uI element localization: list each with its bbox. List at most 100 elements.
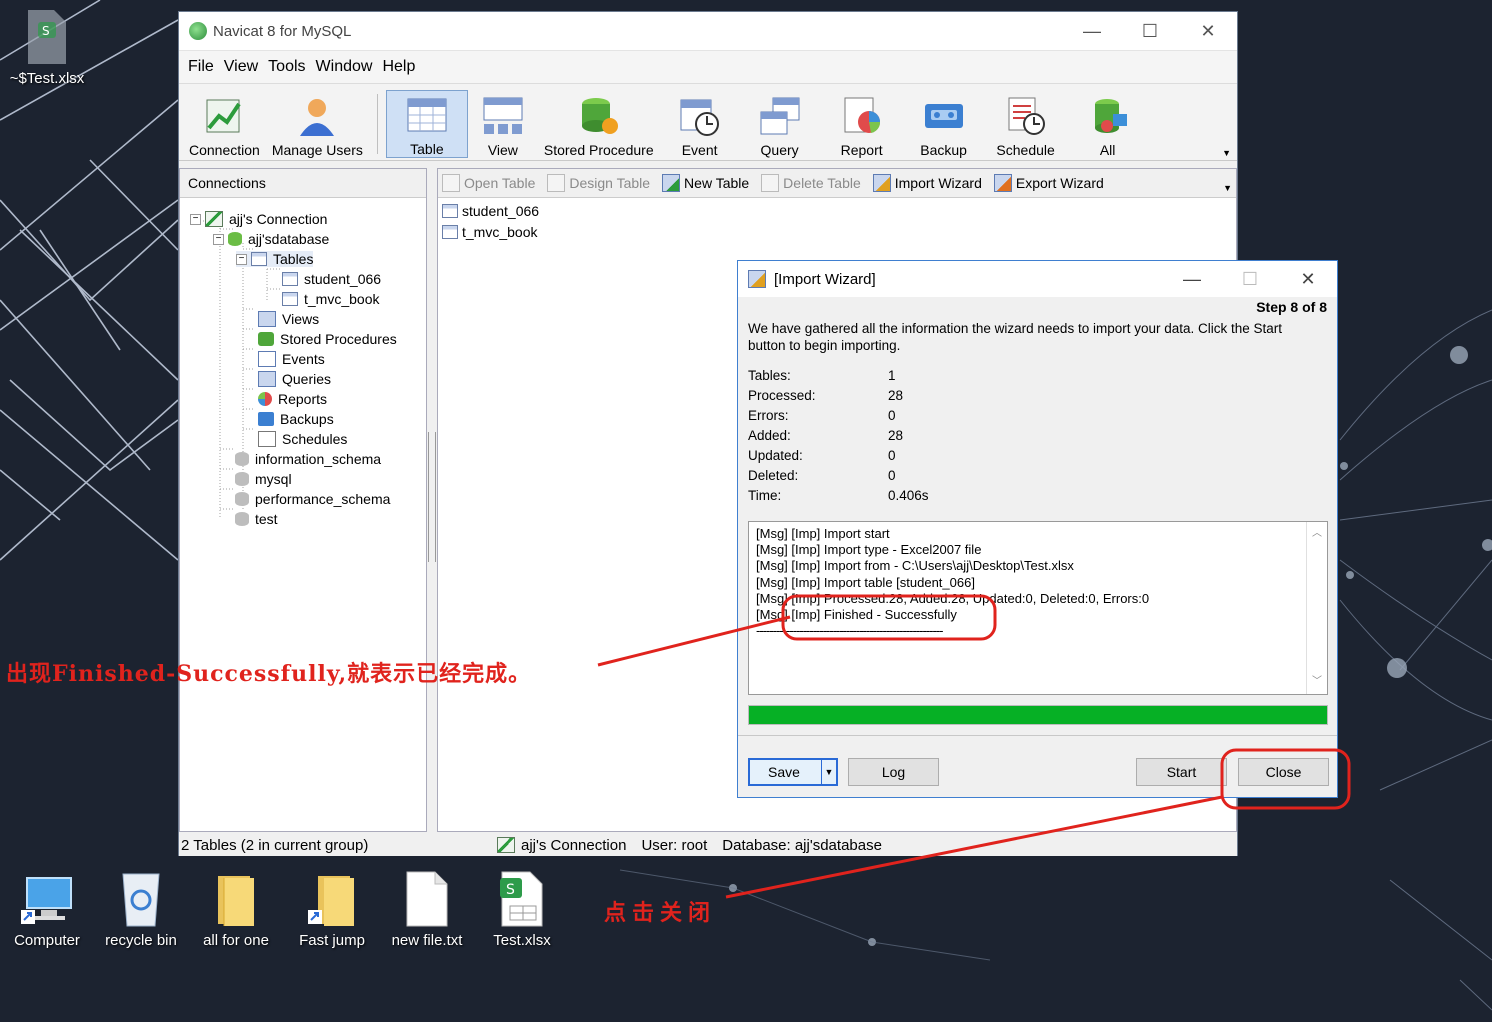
stat-row: Tables: 1 (748, 368, 896, 383)
tree-table-item[interactable]: t_mvc_book (282, 291, 379, 307)
schedule-icon (258, 431, 276, 447)
import-wizard-button[interactable]: Import Wizard (872, 174, 982, 192)
toolbar-event-button[interactable]: Event (660, 90, 740, 158)
stat-label: Processed: (748, 388, 816, 403)
minimize-icon[interactable]: — (1163, 269, 1221, 290)
close-icon[interactable]: ✕ (1279, 269, 1337, 290)
annotation-close-note: 点击关闭 (604, 900, 717, 926)
menu-file[interactable]: File (183, 58, 219, 76)
export-wizard-button[interactable]: Export Wizard (993, 174, 1104, 192)
delete-table-button[interactable]: Delete Table (761, 174, 861, 192)
scroll-up-icon[interactable]: ︿ (1307, 526, 1327, 542)
desktop-icon-temp-xlsx[interactable]: S ~$Test.xlsx (2, 8, 92, 87)
toolbar-label: Table (410, 141, 444, 157)
window-titlebar: Navicat 8 for MySQL — ☐ ✕ (179, 12, 1237, 51)
tree-label: Queries (282, 371, 332, 387)
toolbar-label: Connection (189, 142, 260, 158)
button-label: Design Table (569, 175, 651, 191)
open-table-icon (442, 174, 460, 192)
button-label: Export Wizard (1015, 175, 1104, 191)
tree-label: information_schema (255, 451, 382, 467)
toolbar-table-button[interactable]: Table (385, 90, 468, 158)
design-table-button[interactable]: Design Table (547, 174, 650, 192)
svg-text:S: S (506, 882, 515, 898)
stat-value: 28 (888, 428, 904, 443)
toolbar-all-button[interactable]: All (1068, 90, 1148, 158)
log-scrollbar[interactable]: ︿ ﹀ (1306, 522, 1327, 694)
connection-icon (203, 96, 245, 136)
tree-backups[interactable]: Backups (258, 411, 334, 427)
object-toolbar-overflow-icon[interactable]: ▼ (1223, 183, 1232, 193)
database-icon (235, 472, 249, 486)
tree-table-item[interactable]: student_066 (282, 271, 381, 287)
maximize-icon[interactable]: ☐ (1121, 12, 1179, 50)
tree-database-item[interactable]: mysql (235, 471, 292, 487)
menu-help[interactable]: Help (377, 58, 420, 76)
toolbar-backup-button[interactable]: Backup (904, 90, 984, 158)
tree-label: test (255, 511, 278, 527)
import-log[interactable]: [Msg] [Imp] Import start [Msg] [Imp] Imp… (748, 521, 1328, 695)
toolbar-query-button[interactable]: Query (740, 90, 820, 158)
toolbar-manage-users-button[interactable]: Manage Users (266, 90, 369, 158)
stat-value: 28 (888, 388, 904, 403)
save-button[interactable]: Save ▼ (748, 758, 838, 786)
open-table-button[interactable]: Open Table (442, 174, 535, 192)
query-icon (258, 371, 276, 387)
tree-connection[interactable]: − ajj's Connection (190, 211, 327, 227)
collapse-icon[interactable]: − (236, 253, 247, 265)
dialog-separator (738, 735, 1337, 736)
desktop-icon-folder[interactable]: all for one (191, 870, 281, 949)
tree-tables-node[interactable]: − Tables (236, 251, 314, 267)
toolbar-label: Event (681, 142, 718, 158)
button-label: Import Wizard (894, 175, 982, 191)
tree-database-item[interactable]: information_schema (235, 451, 381, 467)
tree-label: ajj'sdatabase (248, 231, 330, 247)
tree-label: t_mvc_book (304, 291, 380, 307)
tree-views[interactable]: Views (258, 311, 319, 327)
tree-stored-procedures[interactable]: Stored Procedures (258, 331, 397, 347)
new-table-button[interactable]: New Table (662, 174, 749, 192)
spreadsheet-file-icon: S (21, 8, 73, 66)
toolbar-report-button[interactable]: Report (820, 90, 904, 158)
desktop-icon-text-file[interactable]: new file.txt (382, 870, 472, 949)
collapse-icon[interactable]: − (213, 233, 224, 245)
desktop-icon-label: Test.xlsx (493, 932, 551, 949)
toolbar-overflow-icon[interactable]: ▼ (1222, 148, 1231, 158)
tree-label: Tables (273, 251, 314, 267)
object-item[interactable]: t_mvc_book (442, 224, 537, 240)
tree-database[interactable]: − ajj'sdatabase (213, 231, 329, 247)
navicat-app-icon (189, 22, 207, 40)
toolbar-stored-procedure-button[interactable]: Stored Procedure (538, 90, 660, 158)
tree-reports[interactable]: Reports (258, 391, 327, 407)
tree-schedules[interactable]: Schedules (258, 431, 347, 447)
desktop-icon-computer[interactable]: Computer (2, 870, 92, 949)
close-button[interactable]: Close (1238, 758, 1329, 786)
close-icon[interactable]: ✕ (1179, 12, 1237, 50)
status-bar: 2 Tables (2 in current group) ajj's Conn… (179, 834, 1237, 856)
log-button[interactable]: Log (848, 758, 939, 786)
object-item[interactable]: student_066 (442, 203, 539, 219)
scroll-down-icon[interactable]: ﹀ (1307, 674, 1327, 690)
minimize-icon[interactable]: — (1063, 12, 1121, 50)
event-icon (258, 351, 276, 367)
save-dropdown-icon[interactable]: ▼ (821, 760, 836, 784)
start-button[interactable]: Start (1136, 758, 1227, 786)
toolbar-connection-button[interactable]: Connection (183, 90, 266, 158)
tree-label: student_066 (304, 271, 382, 287)
desktop-icon-xlsx[interactable]: S Test.xlsx (477, 870, 567, 949)
toolbar-view-button[interactable]: View (468, 90, 538, 158)
menu-tools[interactable]: Tools (263, 58, 310, 76)
collapse-icon[interactable]: − (190, 213, 201, 225)
tree-queries[interactable]: Queries (258, 371, 331, 387)
stat-value: 1 (888, 368, 896, 383)
menu-window[interactable]: Window (311, 58, 378, 76)
tree-database-item[interactable]: performance_schema (235, 491, 390, 507)
desktop-icon-recycle-bin[interactable]: recycle bin (96, 870, 186, 949)
toolbar-schedule-button[interactable]: Schedule (984, 90, 1068, 158)
tree-events[interactable]: Events (258, 351, 325, 367)
menu-view[interactable]: View (219, 58, 263, 76)
desktop-icon-shortcut-folder[interactable]: Fast jump (287, 870, 377, 949)
tree-database-item[interactable]: test (235, 511, 278, 527)
stat-label: Deleted: (748, 468, 799, 483)
pane-splitter[interactable] (428, 432, 436, 562)
